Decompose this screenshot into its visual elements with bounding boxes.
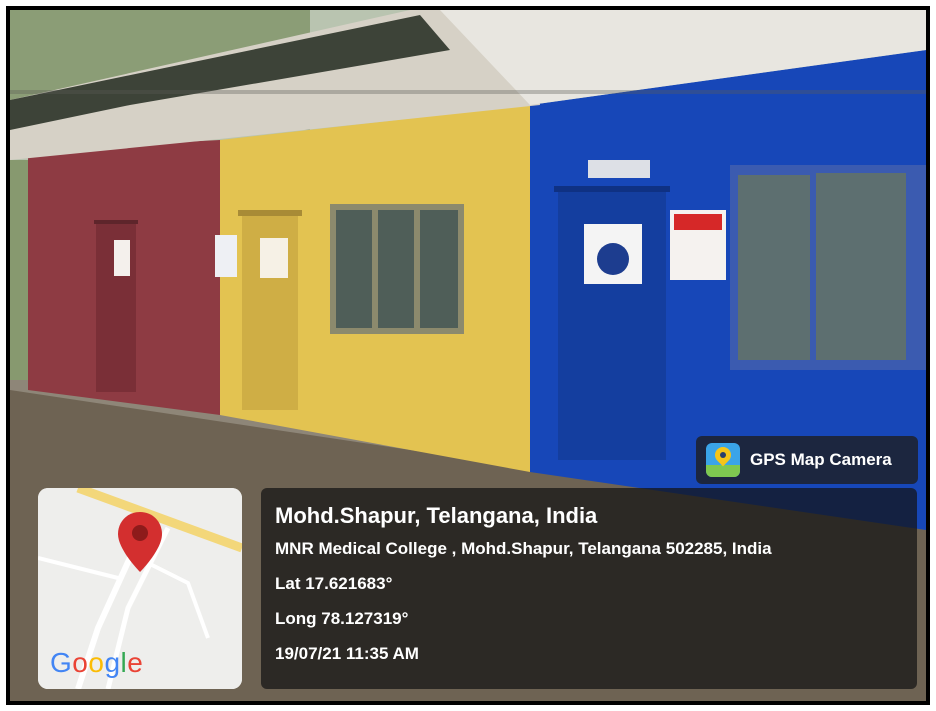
badge-title: GPS Map Camera <box>750 450 892 469</box>
photo-frame: GPS Map Camera Google Mohd.Shapur, Telan… <box>6 6 930 705</box>
google-logo: Google <box>50 647 143 679</box>
gps-map-pin-icon <box>706 443 740 477</box>
location-info-panel: Mohd.Shapur, Telangana, India MNR Medica… <box>261 488 917 689</box>
map-thumbnail[interactable]: Google <box>38 488 242 689</box>
google-letter: e <box>127 647 144 678</box>
google-letter: o <box>72 647 89 678</box>
gps-map-camera-badge: GPS Map Camera <box>696 436 918 484</box>
google-letter: o <box>88 647 105 678</box>
place-name: Mohd.Shapur, Telangana, India <box>275 503 598 528</box>
map-pin-icon <box>118 512 162 572</box>
google-letter: g <box>104 647 121 678</box>
datetime: 19/07/21 11:35 AM <box>275 644 419 663</box>
latitude: Lat 17.621683° <box>275 574 393 593</box>
address-line: MNR Medical College , Mohd.Shapur, Telan… <box>275 539 772 558</box>
google-letter: G <box>50 647 73 678</box>
longitude: Long 78.127319° <box>275 609 409 628</box>
